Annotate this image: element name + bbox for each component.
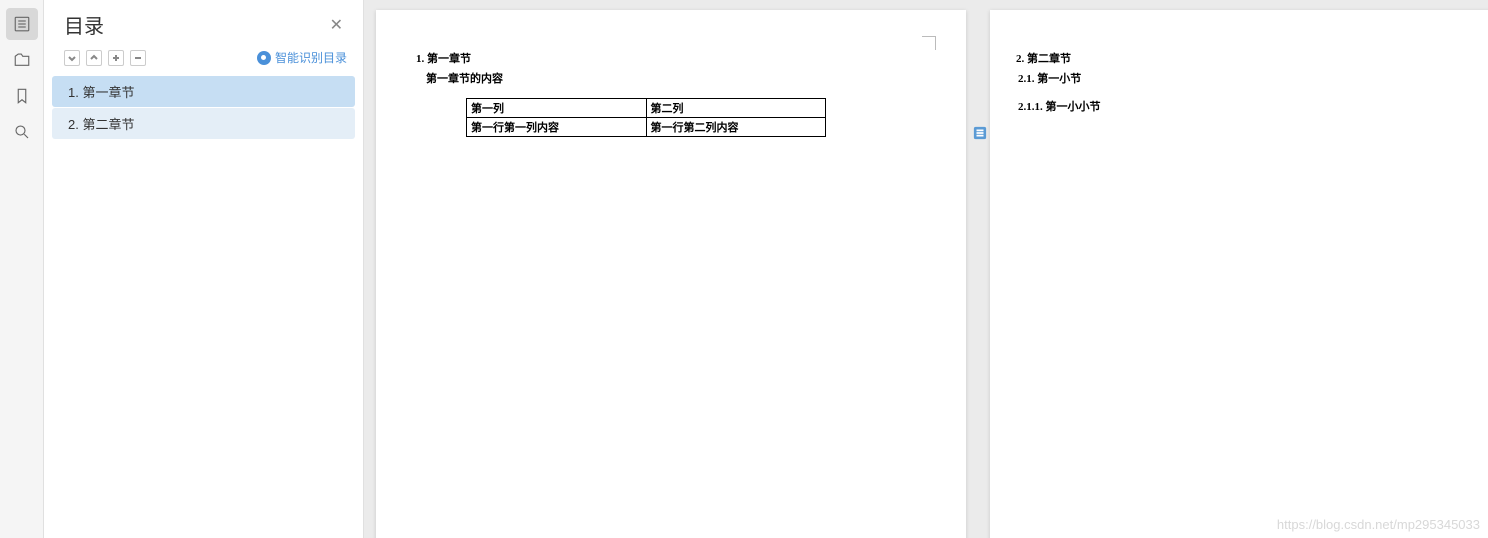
search-icon[interactable]: [6, 116, 38, 148]
table-cell[interactable]: 第一列: [467, 99, 647, 118]
outline-icon[interactable]: [6, 8, 38, 40]
outline-panel: 目录 ✕ 智能识别目录 1. 第一章节 2. 第二章节: [44, 0, 364, 538]
expand-all-icon[interactable]: [64, 50, 80, 66]
outline-header: 目录 ✕: [44, 0, 363, 43]
outline-list: 1. 第一章节 2. 第二章节: [44, 76, 363, 139]
outline-title: 目录: [64, 10, 104, 39]
smart-dot-icon: [257, 51, 271, 65]
page1-paragraph[interactable]: 第一章节的内容: [426, 70, 936, 86]
bookmark-icon[interactable]: [6, 80, 38, 112]
page1-heading1[interactable]: 1. 第一章节: [416, 50, 936, 66]
table-row[interactable]: 第一行第一列内容 第一行第二列内容: [467, 118, 826, 137]
outline-toolbar-left: [64, 50, 146, 66]
collapse-all-icon[interactable]: [86, 50, 102, 66]
page-2[interactable]: 2. 第二章节 2.1. 第一小节 2.1.1. 第一小小节: [990, 10, 1488, 538]
smart-link-label: 智能识别目录: [275, 49, 347, 66]
table-row[interactable]: 第一列 第二列: [467, 99, 826, 118]
smart-recognize-link[interactable]: 智能识别目录: [257, 49, 347, 66]
page-2-content: 2. 第二章节 2.1. 第一小节 2.1.1. 第一小小节: [990, 10, 1488, 114]
document-area: 1. 第一章节 第一章节的内容 第一列 第二列 第一行第一列内容 第一行第二列内…: [364, 0, 1488, 538]
table-cell[interactable]: 第一行第一列内容: [467, 118, 647, 137]
folder-icon[interactable]: [6, 44, 38, 76]
outline-item-2[interactable]: 2. 第二章节: [52, 108, 355, 139]
left-toolbar: [0, 0, 44, 538]
table-cell[interactable]: 第二列: [646, 99, 826, 118]
table-cell[interactable]: 第一行第二列内容: [646, 118, 826, 137]
page-1-content: 1. 第一章节 第一章节的内容 第一列 第二列 第一行第一列内容 第一行第二列内…: [376, 10, 966, 137]
watermark: https://blog.csdn.net/mp295345033: [1277, 517, 1480, 532]
page2-heading2[interactable]: 2.1. 第一小节: [1018, 70, 1488, 86]
page-break-icon[interactable]: [972, 125, 988, 141]
page2-heading3[interactable]: 2.1.1. 第一小小节: [1018, 98, 1488, 114]
page1-table[interactable]: 第一列 第二列 第一行第一列内容 第一行第二列内容: [466, 98, 826, 137]
outline-toolbar: 智能识别目录: [44, 43, 363, 76]
page2-heading1[interactable]: 2. 第二章节: [1016, 50, 1488, 66]
page-1[interactable]: 1. 第一章节 第一章节的内容 第一列 第二列 第一行第一列内容 第一行第二列内…: [376, 10, 966, 538]
page-margin-corner-icon: [922, 36, 936, 50]
close-icon[interactable]: ✕: [326, 15, 347, 35]
outline-item-1[interactable]: 1. 第一章节: [52, 76, 355, 107]
remove-item-icon[interactable]: [130, 50, 146, 66]
add-item-icon[interactable]: [108, 50, 124, 66]
